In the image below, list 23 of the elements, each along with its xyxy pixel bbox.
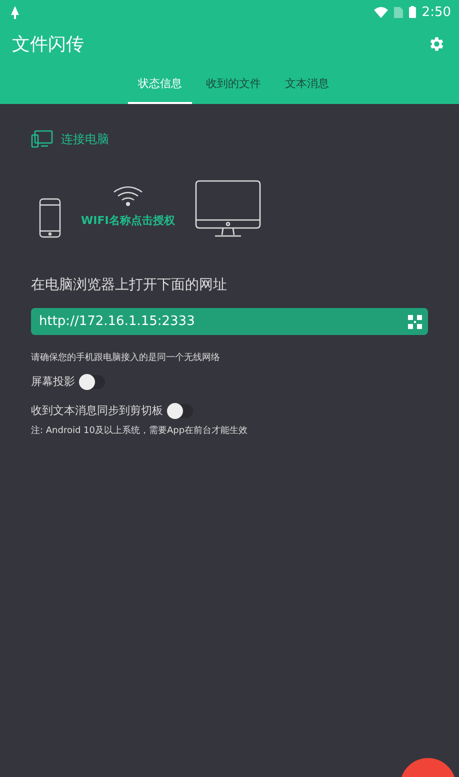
note-text: 注: Android 10及以上系统，需要App在前台才能生效 [31,424,249,437]
switch-label: 收到文本消息同步到剪切板 [31,403,163,418]
monitor-icon [194,180,261,238]
switch-label: 屏幕投影 [31,374,75,389]
instruction-heading: 在电脑浏览器上打开下面的网址 [31,276,228,294]
battery-icon [408,6,416,18]
wifi-icon [112,185,143,207]
tab[interactable]: 状态信息 [128,64,192,104]
tab[interactable]: 收到的文件 [196,64,271,104]
wifi-authorize-link[interactable]: WIFI名称点击授权 [81,213,175,228]
url-field[interactable]: http://172.16.1.15:2333 [31,308,428,335]
tab[interactable]: 文本消息 [275,64,339,104]
devices-icon [31,130,53,148]
toggle-switch[interactable] [167,404,193,418]
wifi-icon [374,6,388,18]
no-sim-icon [394,6,403,18]
status-time: 2:50 [422,4,451,20]
connect-label: 连接电脑 [61,130,109,148]
network-hint: 请确保您的手机跟电脑接入的是同一个无线网络 [31,352,221,364]
toggle-switch[interactable] [79,374,105,388]
qr-code-icon[interactable] [408,314,422,328]
app-title: 文件闪传 [12,33,85,56]
phone-icon [39,198,61,238]
